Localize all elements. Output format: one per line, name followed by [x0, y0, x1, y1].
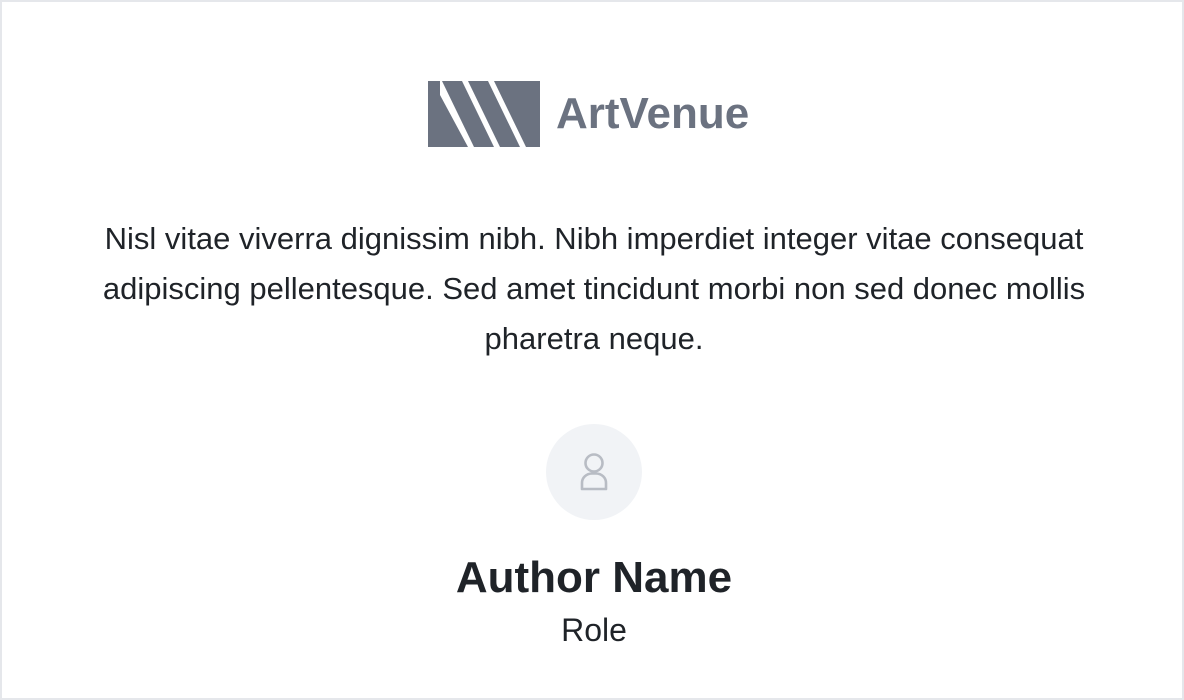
testimonial-card: ArtVenue Nisl vitae viverra dignissim ni…: [0, 0, 1184, 700]
author-role: Role: [561, 612, 627, 648]
brand-logo[interactable]: ArtVenue: [428, 81, 749, 147]
user-icon: [580, 453, 608, 491]
author-avatar: [546, 424, 642, 520]
author-name: Author Name: [455, 553, 733, 602]
artvenue-logo-icon: [428, 81, 540, 147]
testimonial-quote: Nisl vitae viverra dignissim nibh. Nibh …: [102, 221, 1086, 356]
brand-name: ArtVenue: [556, 89, 750, 138]
